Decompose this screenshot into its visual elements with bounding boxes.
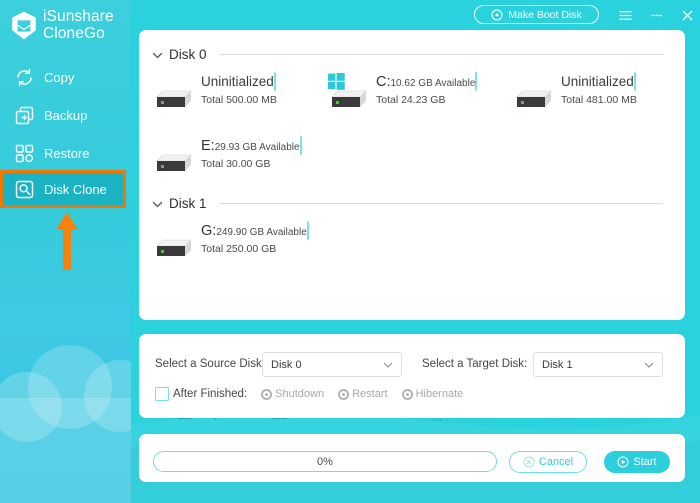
after-finished-row: After Finished: Shutdown Restart Hiberna…: [155, 387, 463, 401]
source-disk-dropdown[interactable]: Disk 0: [262, 352, 402, 377]
cloud-decoration: [28, 345, 112, 429]
target-disk-label: Select a Target Disk:: [422, 358, 528, 370]
sidebar-item-restore[interactable]: Restore: [0, 134, 131, 172]
app-title-line1: iSunshare: [43, 8, 114, 25]
partition-total: Total 500.00 MB: [201, 94, 277, 106]
sidebar-item-label: Copy: [44, 69, 75, 85]
disk-group-header-1[interactable]: Disk 1: [152, 196, 663, 211]
play-circle-icon: [617, 456, 629, 468]
close-icon[interactable]: [676, 4, 698, 26]
sidebar: iSunshare CloneGo Copy Backup Restore Di…: [0, 0, 131, 503]
radio-icon: [401, 388, 413, 400]
partition-item[interactable]: G:249.90 GB Available Total 250.00 GB: [152, 221, 309, 266]
divider: [218, 54, 663, 55]
app-title: iSunshare CloneGo: [43, 8, 114, 42]
radio-label: Hibernate: [415, 388, 464, 400]
partition-usage-bar: [306, 221, 309, 240]
shield-logo-icon: [11, 11, 37, 40]
disk-group-header-0[interactable]: Disk 0: [152, 47, 663, 62]
hard-drive-icon: [152, 83, 196, 117]
radio-label: Shutdown: [275, 388, 325, 400]
sidebar-item-label: Restore: [44, 145, 90, 161]
source-disk-label: Select a Source Disk:: [155, 358, 265, 370]
hard-drive-icon: [152, 147, 196, 181]
radio-icon: [338, 388, 350, 400]
sidebar-item-label: Backup: [44, 107, 88, 123]
partition-usage-bar: [299, 136, 302, 155]
chevron-down-icon: [383, 360, 393, 370]
disc-icon: [491, 8, 503, 21]
target-disk-dropdown[interactable]: Disk 1: [533, 352, 663, 377]
hard-drive-icon: [152, 232, 196, 266]
sidebar-item-backup[interactable]: Backup: [0, 96, 131, 134]
make-boot-disk-button[interactable]: Make Boot Disk: [474, 5, 599, 24]
partition-available: 29.93 GB Available: [214, 142, 300, 153]
partition-item[interactable]: C:10.62 GB Available Total 24.23 GB: [327, 72, 478, 117]
chevron-down-icon: [644, 360, 654, 370]
partition-usage-bar: [475, 72, 478, 91]
partition-total: Total 24.23 GB: [376, 94, 446, 106]
start-label: Start: [633, 456, 657, 468]
after-finished-label: After Finished:: [173, 388, 248, 400]
sidebar-item-label: Disk Clone: [44, 181, 107, 197]
radio-option-shutdown[interactable]: Shutdown: [261, 388, 324, 400]
app-window: iSunshare CloneGo Copy Backup Restore Di…: [0, 0, 700, 503]
orange-up-arrow-icon: [56, 212, 78, 270]
app-title-line2: CloneGo: [43, 25, 105, 42]
partition-total: Total 481.00 MB: [561, 94, 637, 106]
progress-bar: 0%: [153, 451, 497, 472]
partition-total: Total 250.00 GB: [201, 243, 277, 255]
partition-total: Total 30.00 GB: [201, 158, 271, 170]
cloud-band-decoration: [0, 398, 131, 503]
partition-available: 10.62 GB Available: [390, 78, 476, 89]
radio-icon: [261, 388, 273, 400]
partition-letter: E:: [201, 138, 215, 154]
start-button[interactable]: Start: [604, 451, 670, 473]
hamburger-menu-icon[interactable]: [614, 4, 636, 26]
target-disk-value: Disk 1: [542, 358, 573, 371]
cloud-decoration: [84, 360, 131, 432]
radio-option-hibernate[interactable]: Hibernate: [401, 388, 464, 400]
progress-text: 0%: [317, 455, 333, 468]
partition-item[interactable]: Uninitialized Total 481.00 MB: [512, 72, 637, 117]
make-boot-disk-label: Make Boot Disk: [508, 8, 582, 21]
cancel-button[interactable]: Cancel: [509, 451, 587, 473]
after-finished-checkbox[interactable]: [155, 387, 169, 401]
partition-item[interactable]: Uninitialized Total 500.00 MB: [152, 72, 277, 117]
partition-letter: G:: [201, 223, 217, 239]
disk-group-title: Disk 0: [169, 47, 207, 62]
divider: [218, 203, 663, 204]
chevron-down-icon: [152, 49, 163, 60]
partition-label: Uninitialized: [561, 74, 634, 89]
disk-magnifier-icon: [14, 179, 35, 200]
hard-drive-icon: [327, 73, 371, 117]
app-brand: iSunshare CloneGo: [11, 8, 114, 42]
partition-usage-bar: [633, 72, 636, 91]
disk-group-title: Disk 1: [169, 196, 207, 211]
partition-letter: C:: [376, 74, 391, 90]
windows-logo-icon: [328, 73, 345, 90]
sidebar-item-disk-clone[interactable]: Disk Clone: [0, 170, 126, 208]
grid-blocks-icon: [14, 143, 35, 164]
minimize-icon[interactable]: [645, 4, 667, 26]
partition-available: 249.90 GB Available: [216, 227, 307, 238]
refresh-circle-icon: [14, 67, 35, 88]
x-circle-icon: [523, 456, 535, 468]
radio-option-restart[interactable]: Restart: [338, 388, 388, 400]
partition-usage-bar: [273, 72, 276, 91]
partition-item[interactable]: E:29.93 GB Available Total 30.00 GB: [152, 136, 302, 181]
cloud-decoration: [0, 372, 62, 442]
hard-drive-icon: [512, 83, 556, 117]
title-bar: Make Boot Disk: [131, 0, 700, 30]
stacked-squares-plus-icon: [14, 105, 35, 126]
partition-label: Uninitialized: [201, 74, 274, 89]
radio-label: Restart: [352, 388, 388, 400]
sidebar-item-copy[interactable]: Copy: [0, 58, 131, 96]
chevron-down-icon: [152, 198, 163, 209]
source-disk-value: Disk 0: [271, 358, 302, 371]
cancel-label: Cancel: [538, 456, 574, 468]
